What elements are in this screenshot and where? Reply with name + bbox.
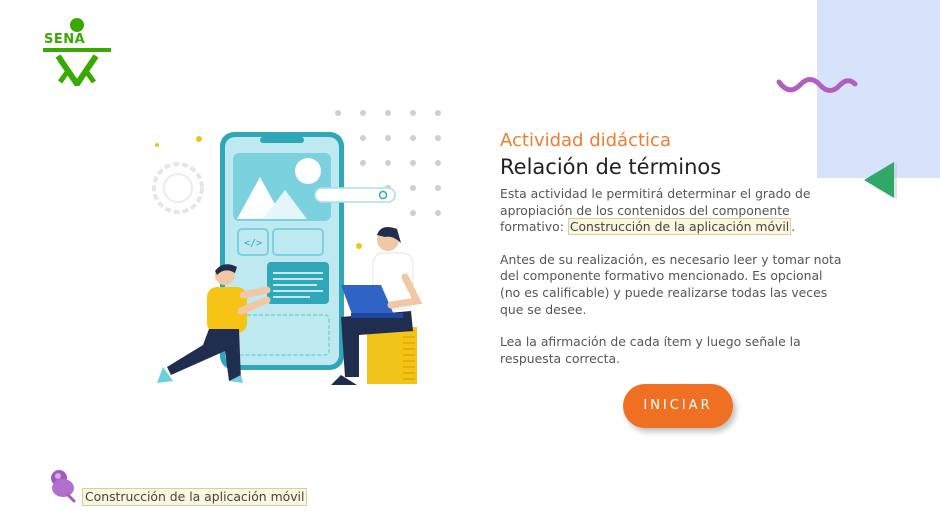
intro-paragraph: Esta actividad le permitirá determinar e… [500, 186, 845, 236]
thumbtack-icon [51, 470, 76, 503]
sena-logo-icon [43, 18, 111, 86]
start-button[interactable]: INICIAR [623, 384, 733, 428]
mobile-app-illustration: </> [152, 110, 441, 385]
logo-text: SENA [44, 32, 86, 47]
component-link[interactable]: Construcción de la aplicación móvil [567, 218, 792, 236]
footer-component-label: Construcción de la aplicación móvil [82, 488, 308, 506]
svg-text:</>: </> [244, 238, 262, 249]
triangle-left-icon [864, 162, 897, 199]
activity-subtitle: Actividad didáctica [500, 130, 671, 151]
directions-paragraph: Lea la afirmación de cada ítem y luego s… [500, 334, 801, 366]
intro-period: . [791, 219, 796, 235]
activity-title: Relación de términos [500, 155, 722, 179]
instructions-paragraph: Antes de su realización, es necesario le… [500, 251, 842, 317]
activity-content: Actividad didáctica Relación de términos… [500, 130, 845, 383]
wave-decoration-icon [776, 77, 858, 93]
